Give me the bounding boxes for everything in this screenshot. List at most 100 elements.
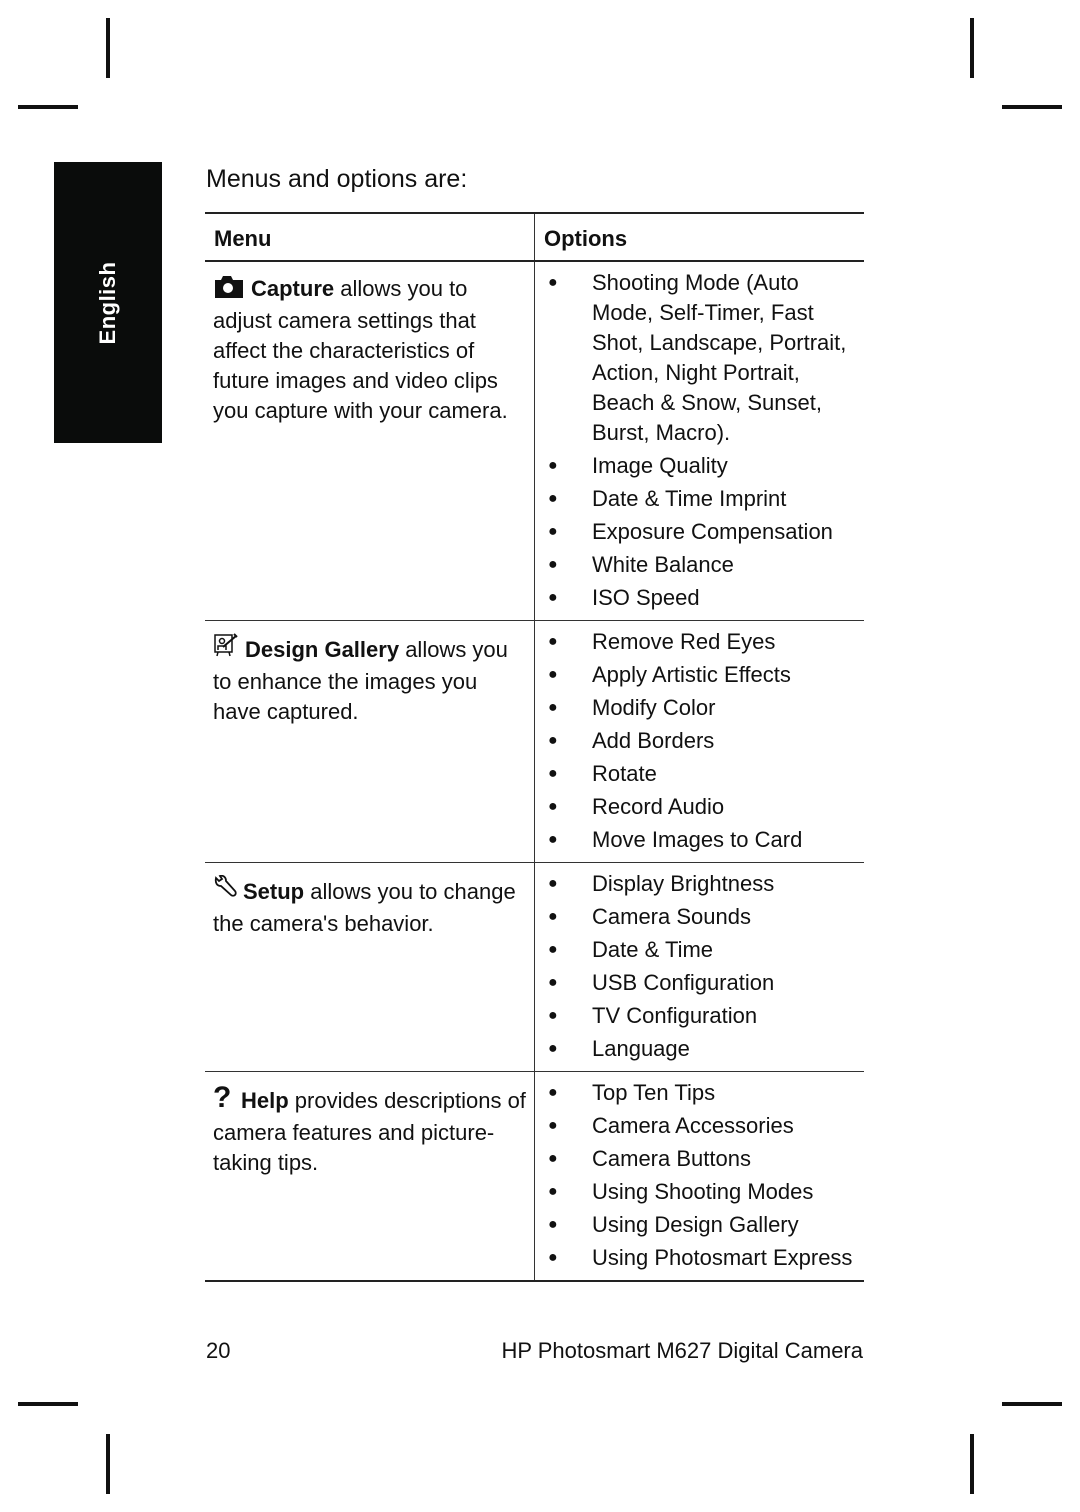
- option-label: Camera Accessories: [592, 1113, 794, 1138]
- bullet-icon: ●: [548, 941, 558, 958]
- bullet-icon: ●: [548, 1183, 558, 1200]
- options-cell: ● Display Brightness ● Camera Sounds ● Date &…: [534, 862, 864, 1072]
- bullet-icon: ●: [548, 589, 558, 606]
- bullet-icon: ●: [548, 490, 558, 507]
- bullet-icon: ●: [548, 523, 558, 540]
- option-label: USB Configuration: [592, 970, 775, 995]
- options-cell: ● Shooting Mode (Auto Mode, Self-Timer, F…: [534, 261, 864, 621]
- options-list: ● Shooting Mode (Auto Mode, Self-Timer, F…: [543, 268, 860, 613]
- crop-mark-bottom-right-horizontal: [1002, 1402, 1062, 1406]
- option-item: ● Camera Accessories: [543, 1111, 860, 1141]
- options-list: ● Display Brightness ● Camera Sounds ● Date &…: [543, 869, 860, 1064]
- crop-mark-bottom-right-vertical: [970, 1434, 974, 1494]
- bullet-icon: ●: [548, 457, 558, 474]
- menu-name: Design Gallery: [245, 637, 400, 662]
- options-list: ● Top Ten Tips ● Camera Accessories ● Camera …: [543, 1078, 860, 1273]
- table-row: Design Gallery allows you to enhance the…: [205, 620, 864, 863]
- wrench-icon: [213, 874, 237, 909]
- option-label: Camera Buttons: [592, 1146, 751, 1171]
- header-menu: Menu: [205, 212, 535, 262]
- option-label: Image Quality: [592, 453, 728, 478]
- option-item: ● TV Configuration: [543, 1001, 860, 1031]
- bullet-icon: ●: [548, 1007, 558, 1024]
- option-label: Apply Artistic Effects: [592, 662, 791, 687]
- bullet-icon: ●: [548, 798, 558, 815]
- bullet-icon: ●: [548, 765, 558, 782]
- option-item: ● Record Audio: [543, 792, 860, 822]
- table-header-row: Menu Options: [205, 212, 864, 262]
- option-item: ● Rotate: [543, 759, 860, 789]
- crop-mark-top-right-horizontal: [1002, 105, 1062, 109]
- option-item: ● Modify Color: [543, 693, 860, 723]
- option-label: Move Images to Card: [592, 827, 803, 852]
- help-icon: ?: [213, 1081, 235, 1118]
- option-label: Date & Time: [592, 937, 714, 962]
- option-label: Camera Sounds: [592, 904, 751, 929]
- option-label: Using Shooting Modes: [592, 1179, 814, 1204]
- bullet-icon: ●: [548, 1150, 558, 1167]
- language-side-tab: English: [54, 162, 162, 443]
- option-label: Record Audio: [592, 794, 725, 819]
- crop-mark-bottom-left-vertical: [106, 1434, 110, 1494]
- options-list: ● Remove Red Eyes ● Apply Artistic Effects ●…: [543, 627, 860, 855]
- menu-name: Capture: [251, 276, 335, 301]
- option-label: White Balance: [592, 552, 734, 577]
- bullet-icon: ●: [548, 633, 558, 650]
- option-label: Exposure Compensation: [592, 519, 833, 544]
- bullet-icon: ●: [548, 666, 558, 683]
- bullet-icon: ●: [548, 699, 558, 716]
- page-number: 20: [206, 1338, 231, 1363]
- options-cell: ● Remove Red Eyes ● Apply Artistic Effects ●…: [534, 620, 864, 863]
- option-item: ● Language: [543, 1034, 860, 1064]
- bullet-icon: ●: [548, 274, 558, 291]
- design-gallery-icon: [213, 633, 239, 667]
- bullet-icon: ●: [548, 875, 558, 892]
- table-row: Capture allows you to adjust camera sett…: [205, 261, 864, 621]
- bullet-icon: ●: [548, 1040, 558, 1057]
- bullet-icon: ●: [548, 556, 558, 573]
- option-item: ● USB Configuration: [543, 968, 860, 998]
- option-item: ● ISO Speed: [543, 583, 860, 613]
- option-label: Date & Time Imprint: [592, 486, 787, 511]
- menus-options-table: Menu Options Capture allows you to adjus…: [205, 212, 864, 1282]
- option-item: ● Using Shooting Modes: [543, 1177, 860, 1207]
- option-item: ● Date & Time: [543, 935, 860, 965]
- option-label: Shooting Mode (Auto Mode, Self-Timer, Fa…: [592, 270, 847, 445]
- table-row: Setup allows you to change the camera's …: [205, 862, 864, 1072]
- language-label: English: [95, 261, 120, 344]
- option-item: ● Camera Sounds: [543, 902, 860, 932]
- option-label: Add Borders: [592, 728, 715, 753]
- menu-cell: Setup allows you to change the camera's …: [205, 862, 535, 1072]
- option-item: ● Add Borders: [543, 726, 860, 756]
- menu-cell: ? Help provides descriptions of camera f…: [205, 1071, 535, 1282]
- option-item: ● Using Photosmart Express: [543, 1243, 860, 1273]
- option-item: ● Exposure Compensation: [543, 517, 860, 547]
- option-item: ● Apply Artistic Effects: [543, 660, 860, 690]
- bullet-icon: ●: [548, 732, 558, 749]
- option-label: Remove Red Eyes: [592, 629, 776, 654]
- option-label: Modify Color: [592, 695, 716, 720]
- option-label: Using Photosmart Express: [592, 1245, 853, 1270]
- option-label: Display Brightness: [592, 871, 775, 896]
- option-item: ● Camera Buttons: [543, 1144, 860, 1174]
- menu-cell: Capture allows you to adjust camera sett…: [205, 261, 535, 621]
- camera-icon: [213, 276, 245, 306]
- bullet-icon: ●: [548, 908, 558, 925]
- option-item: ● White Balance: [543, 550, 860, 580]
- bullet-icon: ●: [548, 1084, 558, 1101]
- option-label: Using Design Gallery: [592, 1212, 799, 1237]
- option-label: Language: [592, 1036, 690, 1061]
- option-label: TV Configuration: [592, 1003, 758, 1028]
- option-label: Rotate: [592, 761, 657, 786]
- option-label: ISO Speed: [592, 585, 700, 610]
- intro-text: Menus and options are:: [206, 165, 468, 193]
- crop-mark-top-left-horizontal: [18, 105, 78, 109]
- option-item: ● Remove Red Eyes: [543, 627, 860, 657]
- crop-mark-top-right-vertical: [970, 18, 974, 78]
- header-options: Options: [534, 212, 864, 262]
- option-item: ● Display Brightness: [543, 869, 860, 899]
- table-row: ? Help provides descriptions of camera f…: [205, 1071, 864, 1282]
- option-item: ● Date & Time Imprint: [543, 484, 860, 514]
- bullet-icon: ●: [548, 1249, 558, 1266]
- menu-name: Help: [241, 1088, 289, 1113]
